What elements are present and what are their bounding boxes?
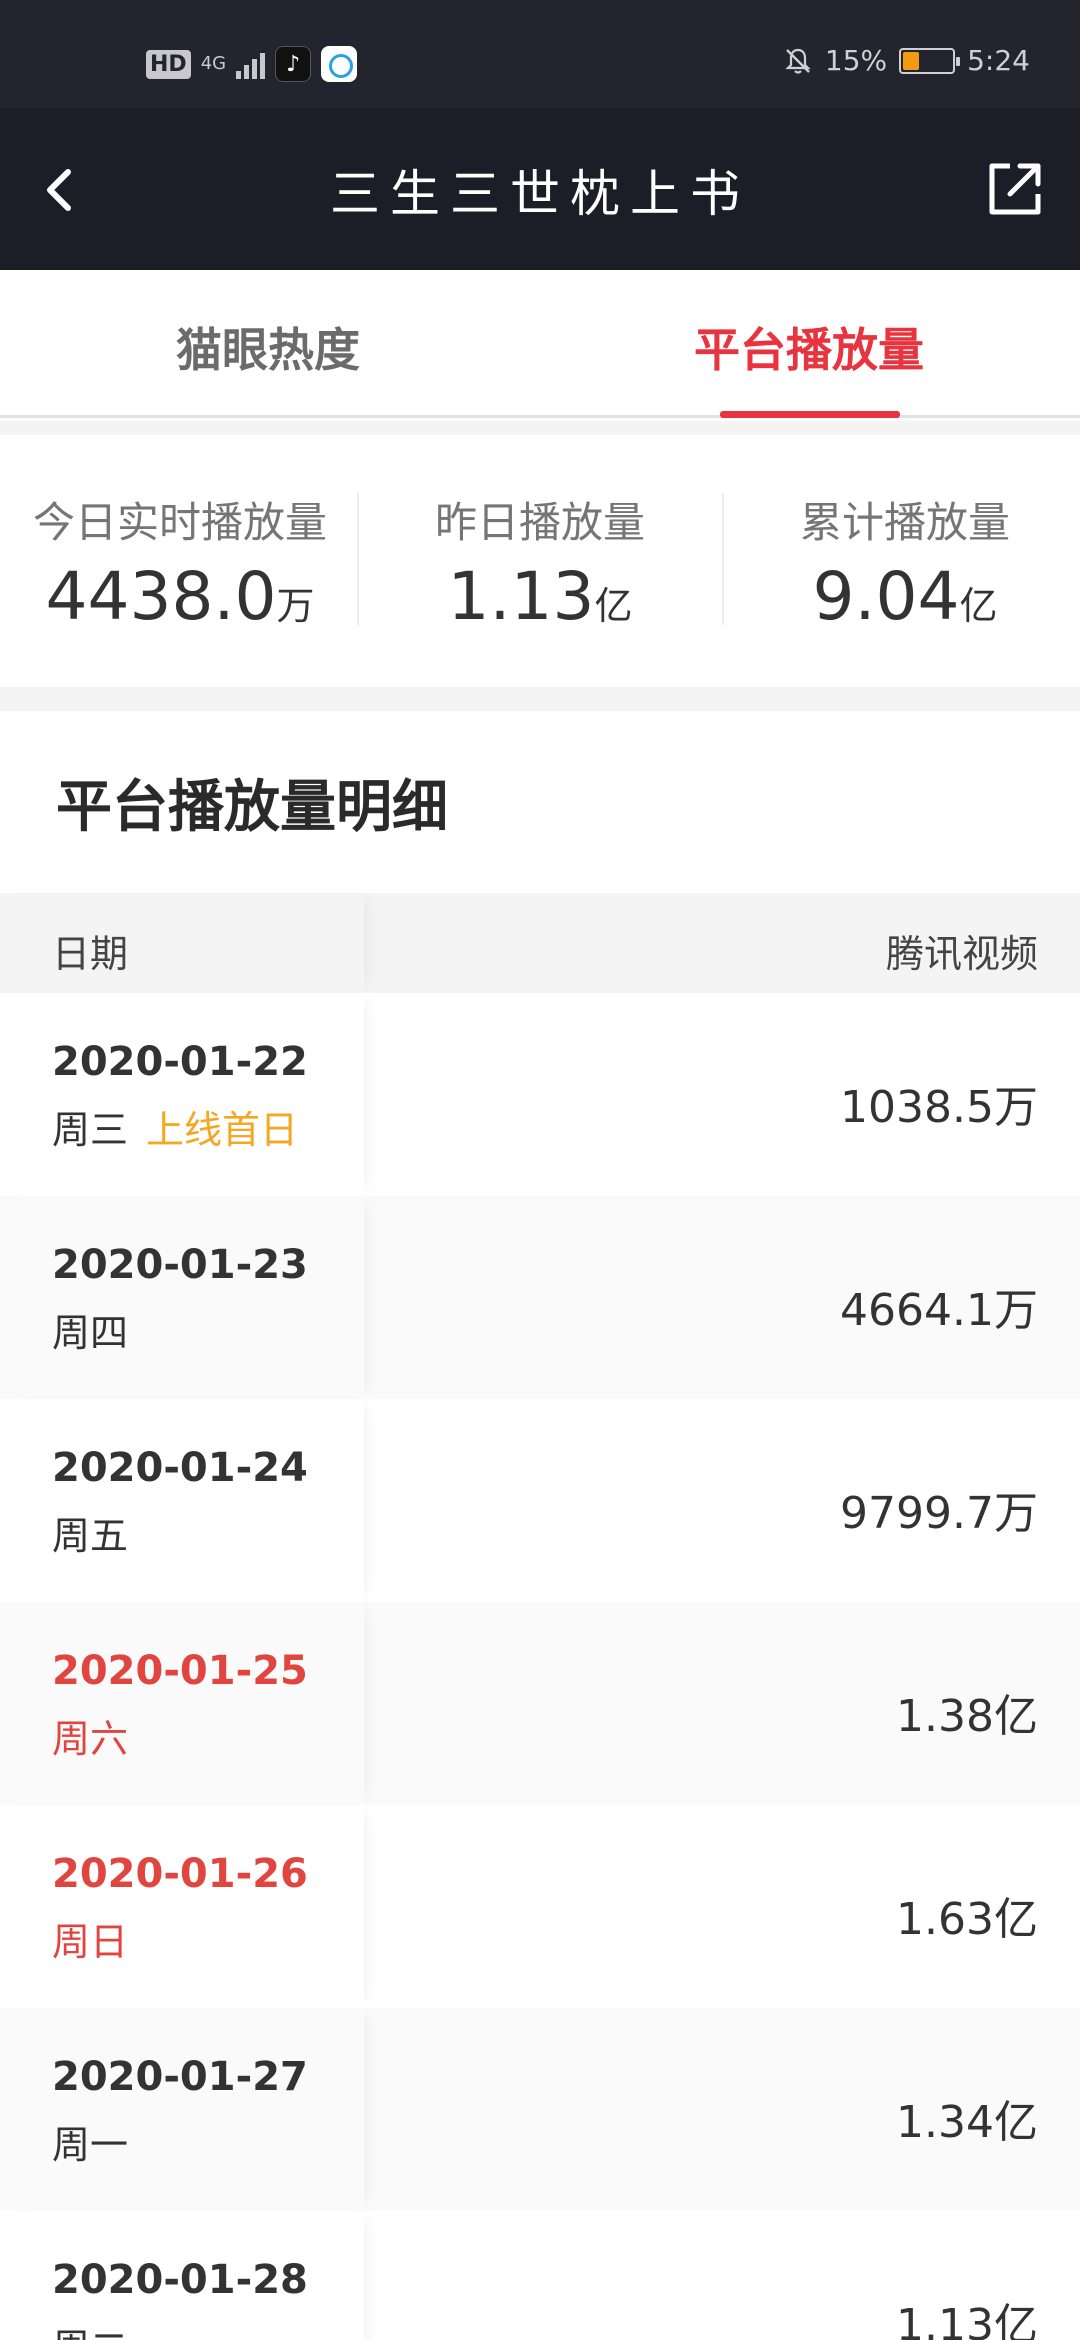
row-value: 1.34亿 — [896, 2097, 1038, 2148]
signal-icon — [236, 49, 266, 79]
stat-total-label: 累计播放量 — [799, 498, 1010, 547]
stat-total-value: 9.04 — [812, 558, 960, 635]
fixed-column-shadow — [0, 1602, 364, 1805]
row-weekday-line: 周三 上线首日 — [52, 1099, 298, 1154]
stat-yesterday-label: 昨日播放量 — [434, 498, 645, 547]
tiktok-notification-icon: ♪ — [275, 46, 312, 82]
stat-today: 今日实时播放量 4438.0万 — [0, 489, 360, 635]
section-gap — [0, 421, 1080, 435]
status-left-group: HD 4G ♪ — [146, 46, 358, 82]
plays-table: 日期 腾讯视频 2020-01-22 周三 上线首日 1038.5万 2020-0… — [0, 893, 1080, 2340]
active-tab-indicator — [720, 411, 900, 418]
stat-today-value-line: 4438.0万 — [0, 558, 360, 635]
row-value: 1038.5万 — [840, 1082, 1038, 1133]
section-gap — [0, 687, 1080, 711]
stat-today-unit: 万 — [276, 584, 315, 628]
section-title: 平台播放量明细 — [56, 775, 448, 840]
row-weekday: 周三 — [52, 1108, 129, 1152]
hd-indicator: HD — [146, 49, 191, 79]
battery-percent: 15% — [824, 44, 888, 77]
stat-total-unit: 亿 — [959, 584, 998, 628]
row-weekday: 周四 — [52, 1311, 129, 1355]
header-date: 日期 — [52, 932, 129, 976]
row-date: 2020-01-28 — [52, 2257, 308, 2303]
stat-total-value-line: 9.04亿 — [725, 558, 1080, 635]
stat-yesterday-unit: 亿 — [594, 584, 633, 628]
browser-notification-icon — [321, 46, 358, 82]
status-right-group: 15% 5:24 — [783, 44, 1030, 77]
stat-divider — [722, 493, 724, 625]
nav-bar: 三生三世枕上书 — [0, 108, 1080, 270]
row-weekday: 周一 — [52, 2123, 129, 2167]
clock: 5:24 — [967, 44, 1030, 77]
header-tencent-video: 腾讯视频 — [885, 932, 1038, 976]
tab-maoyan-heat[interactable]: 猫眼热度 — [176, 314, 360, 380]
table-row[interactable]: 2020-01-23 周四 4664.1万 — [0, 1196, 1080, 1399]
row-value: 1.13亿 — [896, 2300, 1038, 2340]
stat-total: 累计播放量 9.04亿 — [725, 489, 1080, 635]
row-weekday: 周日 — [52, 1920, 129, 1964]
row-date: 2020-01-24 — [52, 1445, 308, 1491]
network-type: 4G — [200, 53, 227, 74]
tab-bar: 猫眼热度 平台播放量 — [0, 270, 1080, 418]
battery-level — [903, 51, 920, 70]
stat-yesterday-value: 1.13 — [447, 558, 595, 635]
bell-off-icon — [783, 46, 813, 76]
table-row[interactable]: 2020-01-26 周日 1.63亿 — [0, 1805, 1080, 2008]
table-header: 日期 腾讯视频 — [0, 893, 1080, 993]
fixed-column-shadow — [0, 993, 364, 1196]
row-value: 4664.1万 — [840, 1285, 1038, 1336]
fixed-column-shadow — [0, 2008, 364, 2211]
stat-today-label: 今日实时播放量 — [32, 498, 327, 547]
table-row[interactable]: 2020-01-25 周六 1.38亿 — [0, 1602, 1080, 1805]
table-row[interactable]: 2020-01-27 周一 1.34亿 — [0, 2008, 1080, 2211]
battery-icon — [899, 47, 961, 74]
tab-platform-plays[interactable]: 平台播放量 — [694, 314, 924, 380]
row-date: 2020-01-25 — [52, 1648, 308, 1694]
row-weekday: 周六 — [52, 1717, 129, 1761]
row-date: 2020-01-27 — [52, 2054, 308, 2100]
release-day-tag: 上线首日 — [146, 1108, 299, 1152]
table-row[interactable]: 2020-01-24 周五 9799.7万 — [0, 1399, 1080, 1602]
stat-today-value: 4438.0 — [45, 558, 277, 635]
stat-yesterday-value-line: 1.13亿 — [360, 558, 720, 635]
stat-yesterday: 昨日播放量 1.13亿 — [360, 489, 720, 635]
row-weekday: 周五 — [52, 1514, 129, 1558]
share-external-icon[interactable] — [980, 154, 1050, 224]
row-weekday: 周二 — [52, 2317, 128, 2340]
row-date: 2020-01-26 — [52, 1851, 308, 1897]
row-value: 1.38亿 — [896, 1691, 1038, 1742]
fixed-column-shadow — [0, 1399, 364, 1602]
fixed-column-shadow — [0, 1196, 364, 1399]
stat-divider — [357, 493, 359, 625]
fixed-column-shadow — [0, 1805, 364, 2008]
app-root: HD 4G ♪ 15% 5:24 三生三世枕上书 猫眼热度 平台播放量 今日实时… — [0, 0, 1080, 2340]
stats-summary: 今日实时播放量 4438.0万 昨日播放量 1.13亿 累计播放量 9.04亿 — [0, 435, 1080, 687]
row-value: 9799.7万 — [840, 1488, 1038, 1539]
row-date: 2020-01-22 — [52, 1039, 308, 1085]
table-row[interactable]: 2020-01-22 周三 上线首日 1038.5万 — [0, 993, 1080, 1196]
page-title: 三生三世枕上书 — [330, 165, 750, 223]
row-date: 2020-01-23 — [52, 1242, 308, 1288]
table-row[interactable]: 2020-01-28 周二 1.13亿 — [0, 2211, 1080, 2340]
status-bar: HD 4G ♪ 15% 5:24 — [0, 0, 1080, 108]
row-value: 1.63亿 — [896, 1894, 1038, 1945]
